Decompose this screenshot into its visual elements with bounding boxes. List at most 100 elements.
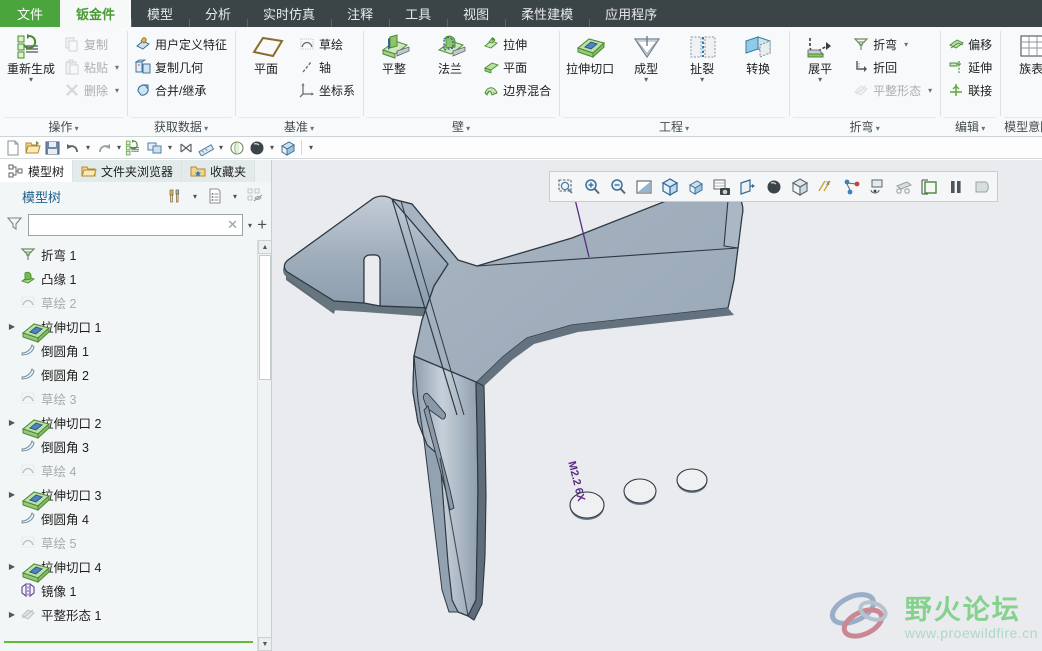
chevron-down-icon[interactable]: ▾: [464, 124, 470, 133]
menu-tab-9[interactable]: 应用程序: [589, 0, 673, 27]
chevron-down-icon[interactable]: ▾: [115, 63, 119, 72]
menu-tab-1[interactable]: 钣金件: [60, 0, 131, 27]
menu-tab-3[interactable]: 分析: [189, 0, 247, 27]
layers-icon[interactable]: [891, 174, 916, 199]
expand-arrow-icon[interactable]: ▶: [4, 490, 20, 499]
tree-item[interactable]: 草绘 5: [0, 530, 257, 554]
ribbon-group-label[interactable]: 折弯 ▾: [793, 117, 936, 136]
datum-display-icon[interactable]: [787, 174, 812, 199]
chevron-down-icon[interactable]: ▾: [928, 86, 932, 95]
model-tree-filter-input[interactable]: ✕: [28, 214, 243, 236]
tree-item[interactable]: ▶ 拉伸切口 2: [0, 410, 257, 434]
menu-tab-2[interactable]: 模型: [131, 0, 189, 27]
ribbon-group-label[interactable]: 壁 ▾: [367, 117, 555, 136]
ribbon-button-csys-icon[interactable]: 坐标系: [295, 79, 359, 101]
tree-item[interactable]: 草绘 4: [0, 458, 257, 482]
display-list-caret-icon[interactable]: ▾: [229, 186, 241, 206]
menu-tab-7[interactable]: 视图: [447, 0, 505, 27]
ribbon-button-boundary-blend-icon[interactable]: 边界混合: [479, 79, 555, 101]
ribbon-button-udf-icon[interactable]: 用户定义特征: [131, 33, 231, 55]
expand-arrow-icon[interactable]: ▶: [4, 418, 20, 427]
settings-caret-icon[interactable]: ▾: [189, 186, 201, 206]
tree-item[interactable]: 草绘 3: [0, 386, 257, 410]
window-switch-icon[interactable]: [145, 138, 164, 157]
pause-icon[interactable]: [943, 174, 968, 199]
ribbon-button-family-table-icon[interactable]: 族表: [1004, 30, 1042, 76]
saved-orientations-icon[interactable]: [657, 174, 682, 199]
open-file-icon[interactable]: [23, 138, 42, 157]
ribbon-button-extrude-cut-icon[interactable]: 拉伸切口: [563, 30, 617, 76]
ribbon-button-sketch-icon[interactable]: 草绘: [295, 33, 359, 55]
view-manager-icon[interactable]: [278, 138, 297, 157]
ribbon-button-axis-icon[interactable]: 轴: [295, 56, 359, 78]
ribbon-group-label[interactable]: 基准 ▾: [239, 117, 359, 136]
chevron-down-icon[interactable]: ▾: [644, 76, 648, 83]
window-caret-icon[interactable]: ▾: [165, 143, 175, 152]
tree-item[interactable]: ▶ 拉伸切口 4: [0, 554, 257, 578]
zoom-box-icon[interactable]: [553, 174, 578, 199]
tree-item[interactable]: ▶ 拉伸切口 3: [0, 482, 257, 506]
expand-arrow-icon[interactable]: ▶: [4, 610, 20, 619]
menu-tab-6[interactable]: 工具: [389, 0, 447, 27]
chevron-down-icon[interactable]: ▾: [72, 124, 78, 133]
snapshot-icon[interactable]: [709, 174, 734, 199]
chevron-down-icon[interactable]: ▾: [818, 76, 822, 83]
ribbon-button-planar-icon[interactable]: 平面: [479, 56, 555, 78]
chevron-down-icon[interactable]: ▾: [308, 124, 314, 133]
tree-item[interactable]: 倒圆角 2: [0, 362, 257, 386]
display-list-icon[interactable]: [205, 186, 225, 206]
filter-caret-icon[interactable]: ▾: [248, 221, 252, 230]
ribbon-button-merge-inherit-icon[interactable]: 合并/继承: [131, 79, 231, 101]
chevron-down-icon[interactable]: ▾: [683, 124, 689, 133]
measure-icon[interactable]: [196, 138, 215, 157]
scroll-down-icon[interactable]: ▼: [258, 637, 271, 651]
zoom-in-icon[interactable]: [579, 174, 604, 199]
ribbon-button-merge-icon[interactable]: 联接: [944, 79, 996, 101]
menu-tab-8[interactable]: 柔性建模: [505, 0, 589, 27]
tree-item[interactable]: ▶ 平整形态 1: [0, 602, 257, 626]
tree-item[interactable]: ▶ 拉伸切口 1: [0, 314, 257, 338]
point-display-icon[interactable]: x: [813, 174, 838, 199]
save-icon[interactable]: [43, 138, 62, 157]
menu-tab-5[interactable]: 注释: [331, 0, 389, 27]
tree-filter-off-icon[interactable]: [245, 186, 265, 206]
tree-item[interactable]: 凸缘 1: [0, 266, 257, 290]
overflow-caret-icon[interactable]: ▾: [306, 143, 316, 152]
chevron-down-icon[interactable]: ▾: [202, 124, 208, 133]
chevron-down-icon[interactable]: ▾: [700, 76, 704, 83]
measure-caret-icon[interactable]: ▾: [216, 143, 226, 152]
ribbon-button-unbend-icon[interactable]: 展平▾: [793, 30, 847, 83]
section-icon[interactable]: [917, 174, 942, 199]
menu-tab-0[interactable]: 文件: [0, 0, 60, 27]
scroll-up-icon[interactable]: ▲: [258, 240, 271, 254]
refit-icon[interactable]: [631, 174, 656, 199]
ribbon-button-conversion-icon[interactable]: 转换: [731, 30, 785, 76]
chevron-down-icon[interactable]: ▾: [115, 86, 119, 95]
ribbon-button-bend-icon[interactable]: 折弯▾: [849, 33, 936, 55]
ribbon-group-label[interactable]: 获取数据 ▾: [131, 117, 231, 136]
model-tree-scrollbar[interactable]: ▲ ▼: [257, 240, 271, 651]
zoom-out-icon[interactable]: [605, 174, 630, 199]
ribbon-button-regenerate-icon[interactable]: 重新生成▾: [4, 30, 58, 83]
left-tab-1[interactable]: 文件夹浏览器: [73, 160, 182, 182]
chevron-down-icon[interactable]: ▾: [979, 124, 985, 133]
perspective-icon[interactable]: [735, 174, 760, 199]
spin-center-icon[interactable]: [865, 174, 890, 199]
ribbon-button-extend-icon[interactable]: 延伸: [944, 56, 996, 78]
chevron-down-icon[interactable]: ▾: [904, 40, 908, 49]
left-tab-2[interactable]: 收藏夹: [182, 160, 255, 182]
scroll-thumb[interactable]: [259, 255, 271, 380]
graphics-viewport[interactable]: M2.2 6X 野火论坛 www.proewildfire.cn: [272, 160, 1042, 651]
left-tab-0[interactable]: 模型树: [0, 160, 73, 182]
filter-clear-icon[interactable]: ✕: [227, 217, 238, 233]
redo-caret-icon[interactable]: ▾: [114, 143, 124, 152]
tree-item[interactable]: 折弯 1: [0, 242, 257, 266]
menu-tab-4[interactable]: 实时仿真: [247, 0, 331, 27]
undo-icon[interactable]: [63, 138, 82, 157]
ribbon-button-rip-icon[interactable]: 扯裂▾: [675, 30, 729, 83]
expand-arrow-icon[interactable]: ▶: [4, 562, 20, 571]
ribbon-button-bend-back-icon[interactable]: 折回: [849, 56, 936, 78]
view-manager-icon[interactable]: [683, 174, 708, 199]
redo-icon[interactable]: [94, 138, 113, 157]
ribbon-button-form-icon[interactable]: 成型▾: [619, 30, 673, 83]
